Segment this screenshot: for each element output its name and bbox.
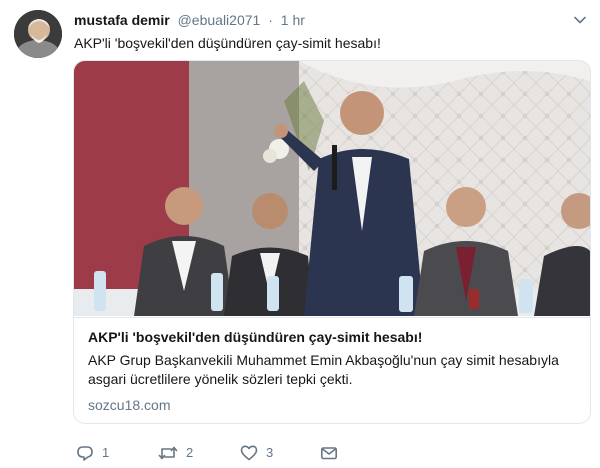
avatar[interactable] (14, 10, 62, 58)
retweet-icon (158, 446, 178, 460)
heart-icon (240, 445, 258, 461)
retweet-button[interactable]: 2 (158, 444, 193, 462)
chevron-down-icon[interactable] (573, 13, 587, 27)
tweet-actions: 1 2 3 (74, 444, 374, 462)
retweet-count: 2 (186, 445, 194, 460)
envelope-icon (320, 447, 337, 460)
like-button[interactable]: 3 (240, 444, 273, 462)
card-title: AKP'li 'boşvekil'den düşündüren çay-simi… (88, 329, 423, 345)
card-body[interactable]: AKP'li 'boşvekil'den düşündüren çay-simi… (74, 317, 590, 423)
card-image[interactable] (74, 61, 590, 316)
direct-message-button[interactable] (320, 444, 338, 462)
avatar-image (14, 10, 62, 58)
like-count: 3 (266, 445, 274, 460)
reply-icon (77, 446, 93, 461)
tweet-header: mustafa demir @ebuali2071 · 1 hr (74, 11, 305, 29)
card-domain: sozcu18.com (88, 397, 171, 413)
card-description: AKP Grup Başkanvekili Muhammet Emin Akba… (88, 352, 559, 387)
tweet-text: AKP'li 'boşvekil'den düşündüren çay-simi… (74, 35, 381, 51)
user-handle[interactable]: @ebuali2071 (178, 12, 261, 28)
link-card[interactable]: AKP'li 'boşvekil'den düşündüren çay-simi… (73, 60, 591, 424)
reply-count: 1 (102, 445, 110, 460)
reply-button[interactable]: 1 (76, 444, 109, 462)
display-name[interactable]: mustafa demir (74, 12, 170, 28)
separator-dot: · (268, 12, 273, 28)
tweet[interactable]: mustafa demir @ebuali2071 · 1 hr AKP'li … (0, 0, 600, 468)
timestamp[interactable]: 1 hr (281, 12, 305, 28)
